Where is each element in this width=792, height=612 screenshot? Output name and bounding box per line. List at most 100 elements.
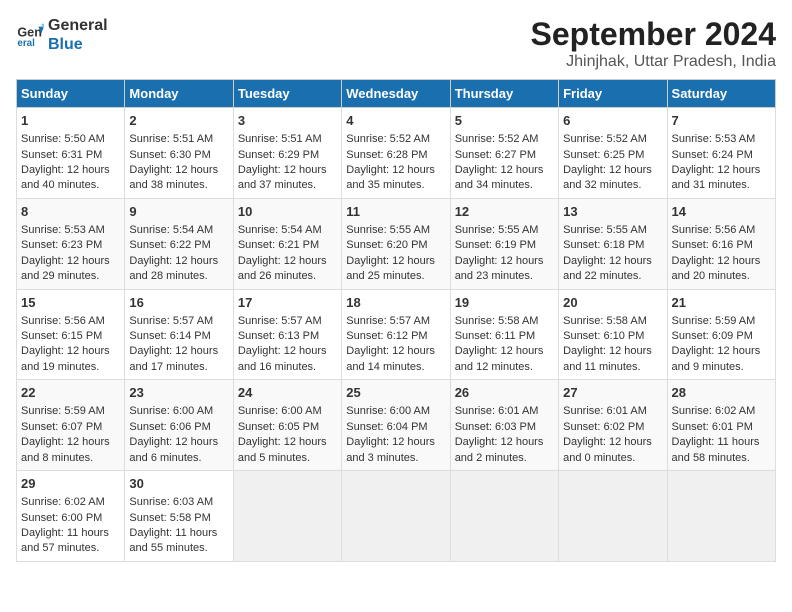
day-number: 27 [563, 384, 662, 402]
logo-icon: Gen eral [16, 21, 44, 49]
day-info-line: Sunrise: 5:52 AM [346, 132, 445, 147]
day-info-line: Daylight: 12 hours [455, 254, 554, 269]
day-number: 2 [129, 112, 228, 130]
calendar-title: September 2024 [531, 16, 776, 53]
day-info-line: Sunset: 6:03 PM [455, 420, 554, 435]
day-info-line: and 12 minutes. [455, 360, 554, 375]
day-info-line: Daylight: 12 hours [563, 254, 662, 269]
day-info-line: Sunset: 6:25 PM [563, 148, 662, 163]
day-info-line: and 37 minutes. [238, 178, 337, 193]
day-number: 5 [455, 112, 554, 130]
day-cell: 8Sunrise: 5:53 AMSunset: 6:23 PMDaylight… [17, 198, 125, 289]
day-number: 9 [129, 203, 228, 221]
calendar-subtitle: Jhinjhak, Uttar Pradesh, India [531, 53, 776, 71]
day-cell: 19Sunrise: 5:58 AMSunset: 6:11 PMDayligh… [450, 289, 558, 380]
day-cell: 14Sunrise: 5:56 AMSunset: 6:16 PMDayligh… [667, 198, 775, 289]
day-info-line: Sunrise: 6:01 AM [563, 404, 662, 419]
day-info-line: Daylight: 12 hours [672, 254, 771, 269]
day-info-line: and 9 minutes. [672, 360, 771, 375]
day-info-line: and 25 minutes. [346, 269, 445, 284]
day-cell: 13Sunrise: 5:55 AMSunset: 6:18 PMDayligh… [559, 198, 667, 289]
header-monday: Monday [125, 80, 233, 108]
week-row-3: 15Sunrise: 5:56 AMSunset: 6:15 PMDayligh… [17, 289, 776, 380]
day-number: 30 [129, 475, 228, 493]
day-number: 17 [238, 294, 337, 312]
day-info-line: Sunrise: 5:56 AM [21, 314, 120, 329]
header-wednesday: Wednesday [342, 80, 450, 108]
day-number: 8 [21, 203, 120, 221]
day-info-line: Sunset: 6:02 PM [563, 420, 662, 435]
day-info-line: Daylight: 12 hours [346, 344, 445, 359]
page-header: Gen eral General Blue September 2024 Jhi… [16, 16, 776, 71]
day-info-line: Daylight: 12 hours [129, 344, 228, 359]
day-cell: 30Sunrise: 6:03 AMSunset: 5:58 PMDayligh… [125, 471, 233, 562]
day-info-line: and 19 minutes. [21, 360, 120, 375]
day-info-line: Daylight: 12 hours [129, 435, 228, 450]
day-info-line: Sunrise: 5:52 AM [455, 132, 554, 147]
day-number: 19 [455, 294, 554, 312]
day-cell: 17Sunrise: 5:57 AMSunset: 6:13 PMDayligh… [233, 289, 341, 380]
day-info-line: and 5 minutes. [238, 451, 337, 466]
day-info-line: Sunset: 6:05 PM [238, 420, 337, 435]
day-number: 20 [563, 294, 662, 312]
day-info-line: Daylight: 12 hours [346, 435, 445, 450]
day-info-line: Sunrise: 6:01 AM [455, 404, 554, 419]
day-info-line: Daylight: 11 hours [129, 526, 228, 541]
day-info-line: Daylight: 12 hours [21, 254, 120, 269]
day-info-line: Sunset: 6:00 PM [21, 511, 120, 526]
week-row-1: 1Sunrise: 5:50 AMSunset: 6:31 PMDaylight… [17, 108, 776, 199]
day-info-line: Daylight: 12 hours [238, 163, 337, 178]
svg-text:Gen: Gen [17, 26, 42, 40]
day-info-line: and 26 minutes. [238, 269, 337, 284]
day-number: 11 [346, 203, 445, 221]
week-row-2: 8Sunrise: 5:53 AMSunset: 6:23 PMDaylight… [17, 198, 776, 289]
day-info-line: Sunset: 6:18 PM [563, 238, 662, 253]
day-info-line: and 23 minutes. [455, 269, 554, 284]
day-number: 25 [346, 384, 445, 402]
logo-line1: General [48, 16, 108, 35]
day-info-line: and 0 minutes. [563, 451, 662, 466]
day-info-line: and 58 minutes. [672, 451, 771, 466]
day-info-line: Sunrise: 5:56 AM [672, 223, 771, 238]
day-info-line: and 2 minutes. [455, 451, 554, 466]
day-number: 18 [346, 294, 445, 312]
day-info-line: and 31 minutes. [672, 178, 771, 193]
header-tuesday: Tuesday [233, 80, 341, 108]
day-info-line: Daylight: 12 hours [238, 344, 337, 359]
day-info-line: Sunrise: 5:57 AM [238, 314, 337, 329]
calendar-body: 1Sunrise: 5:50 AMSunset: 6:31 PMDaylight… [17, 108, 776, 562]
day-number: 15 [21, 294, 120, 312]
calendar-header-row: SundayMondayTuesdayWednesdayThursdayFrid… [17, 80, 776, 108]
svg-text:eral: eral [17, 38, 35, 49]
day-info-line: and 6 minutes. [129, 451, 228, 466]
day-cell [559, 471, 667, 562]
day-cell: 18Sunrise: 5:57 AMSunset: 6:12 PMDayligh… [342, 289, 450, 380]
day-info-line: and 17 minutes. [129, 360, 228, 375]
day-info-line: Sunset: 6:20 PM [346, 238, 445, 253]
day-info-line: Sunset: 6:01 PM [672, 420, 771, 435]
day-number: 3 [238, 112, 337, 130]
day-info-line: Sunset: 6:11 PM [455, 329, 554, 344]
day-info-line: Daylight: 12 hours [672, 344, 771, 359]
day-info-line: Sunrise: 6:02 AM [672, 404, 771, 419]
day-info-line: Sunrise: 6:02 AM [21, 495, 120, 510]
day-info-line: Sunrise: 5:54 AM [129, 223, 228, 238]
day-info-line: Daylight: 12 hours [129, 254, 228, 269]
day-info-line: Daylight: 12 hours [563, 163, 662, 178]
day-cell: 21Sunrise: 5:59 AMSunset: 6:09 PMDayligh… [667, 289, 775, 380]
day-number: 26 [455, 384, 554, 402]
day-info-line: Sunrise: 5:58 AM [563, 314, 662, 329]
day-cell [450, 471, 558, 562]
day-number: 4 [346, 112, 445, 130]
day-info-line: Sunrise: 5:57 AM [346, 314, 445, 329]
day-info-line: Daylight: 12 hours [563, 435, 662, 450]
day-info-line: Sunset: 6:10 PM [563, 329, 662, 344]
day-info-line: Sunrise: 5:57 AM [129, 314, 228, 329]
day-info-line: and 40 minutes. [21, 178, 120, 193]
day-info-line: Daylight: 12 hours [455, 435, 554, 450]
day-cell: 11Sunrise: 5:55 AMSunset: 6:20 PMDayligh… [342, 198, 450, 289]
day-info-line: Sunset: 5:58 PM [129, 511, 228, 526]
day-info-line: Daylight: 11 hours [21, 526, 120, 541]
day-number: 6 [563, 112, 662, 130]
day-number: 23 [129, 384, 228, 402]
